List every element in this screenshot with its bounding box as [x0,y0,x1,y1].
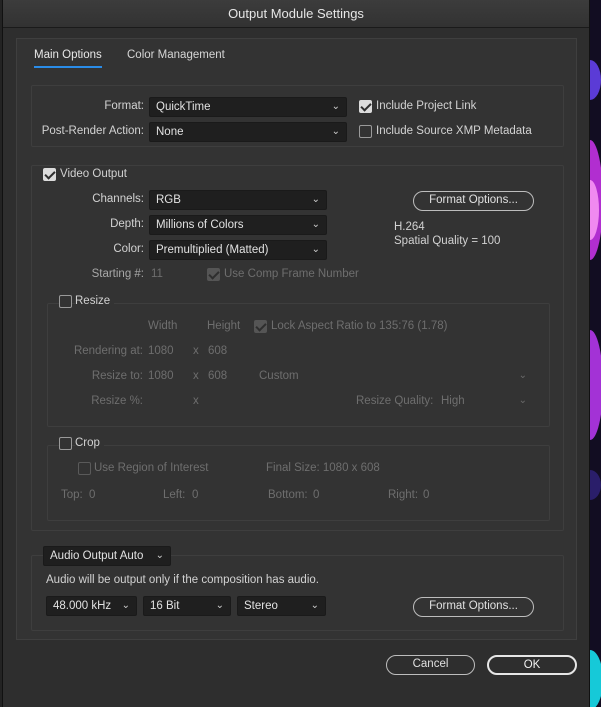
chevron-down-icon: ⌄ [518,395,527,406]
chevron-down-icon: ⌄ [331,126,340,137]
active-tab-indicator [34,66,102,68]
include-xmp-label: Include Source XMP Metadata [376,125,532,137]
audio-group [31,555,564,631]
tab-main-options[interactable]: Main Options [34,49,102,61]
dialog-title: Output Module Settings [3,0,589,28]
codec-name: H.264 [394,221,425,233]
starting-number-value[interactable]: 11 [151,268,163,280]
audio-channels-value: Stereo [244,600,278,612]
color-label: Color: [113,243,144,255]
crop-right-value[interactable]: 0 [423,489,429,501]
resize-to-label: Resize to: [91,370,143,382]
width-header: Width [148,320,178,332]
depth-label: Depth: [110,218,144,230]
use-roi-checkbox[interactable] [78,462,91,475]
starting-number-label: Starting #: [91,268,144,280]
crop-final-size: Final Size: 1080 x 608 [266,462,380,474]
include-xmp-checkbox[interactable] [359,125,372,138]
crop-left-value[interactable]: 0 [192,489,198,501]
resize-quality-label: Resize Quality: [356,395,434,407]
resize-to-width[interactable]: 1080 [148,370,174,382]
color-value: Premultiplied (Matted) [156,244,269,256]
depth-select[interactable]: Millions of Colors ⌄ [149,215,327,235]
audio-bits-select[interactable]: 16 Bit ⌄ [143,596,231,616]
chevron-down-icon: ⌄ [331,101,340,112]
crop-group [47,445,550,521]
crop-bottom-value[interactable]: 0 [313,489,319,501]
crop-right-label: Right: [388,489,419,501]
use-comp-frame-checkbox[interactable] [207,268,220,281]
video-format-options-button[interactable]: Format Options... [413,191,534,211]
rendering-x: x [193,345,199,357]
resize-checkbox[interactable] [59,295,72,308]
depth-value: Millions of Colors [156,219,244,231]
include-project-link-checkbox[interactable] [359,100,372,113]
color-select[interactable]: Premultiplied (Matted) ⌄ [149,240,327,260]
include-project-link-label: Include Project Link [376,100,477,112]
audio-rate-select[interactable]: 48.000 kHz ⌄ [46,596,137,616]
audio-output-mode-value: Audio Output Auto [50,550,144,562]
audio-format-options-button[interactable]: Format Options... [413,597,534,617]
rendering-width: 1080 [148,345,174,357]
output-module-dialog: Output Module Settings Main Options Colo… [2,0,590,707]
use-roi-label: Use Region of Interest [94,462,209,474]
use-comp-frame-label: Use Comp Frame Number [224,268,359,280]
audio-note: Audio will be output only if the composi… [46,574,319,586]
crop-label: Crop [75,437,104,449]
post-render-select[interactable]: None ⌄ [149,122,347,142]
resize-quality-select[interactable]: High ⌄ [435,392,533,412]
chevron-down-icon: ⌄ [311,244,320,255]
resize-quality-value: High [441,395,465,407]
audio-bits-value: 16 Bit [150,600,180,612]
resize-percent-label: Resize %: [91,395,143,407]
post-render-value: None [156,126,184,138]
chevron-down-icon: ⌄ [311,219,320,230]
channels-label: Channels: [92,193,144,205]
cancel-button[interactable]: Cancel [386,655,475,675]
crop-top-label: Top: [61,489,83,501]
tab-color-management[interactable]: Color Management [127,49,225,61]
video-output-label: Video Output [60,168,127,180]
audio-channels-select[interactable]: Stereo ⌄ [237,596,326,616]
lock-aspect-checkbox[interactable] [254,320,267,333]
format-value: QuickTime [156,101,211,113]
crop-left-label: Left: [163,489,186,501]
chevron-down-icon: ⌄ [215,600,224,611]
lock-aspect-label: Lock Aspect Ratio to 135:76 (1.78) [271,320,448,332]
format-select[interactable]: QuickTime ⌄ [149,97,347,117]
resize-preset-value: Custom [259,370,299,382]
chevron-down-icon: ⌄ [121,600,130,611]
video-output-checkbox[interactable] [43,168,56,181]
chevron-down-icon: ⌄ [311,194,320,205]
channels-select[interactable]: RGB ⌄ [149,190,327,210]
format-group: Format: QuickTime ⌄ Include Project Link… [31,85,564,147]
crop-checkbox[interactable] [59,437,72,450]
rendering-height: 608 [208,345,228,357]
post-render-label: Post-Render Action: [41,125,144,137]
crop-bottom-label: Bottom: [268,489,308,501]
resize-to-x: x [193,370,199,382]
chevron-down-icon: ⌄ [310,600,319,611]
ok-button[interactable]: OK [487,655,577,675]
chevron-down-icon: ⌄ [518,370,527,381]
crop-top-value[interactable]: 0 [89,489,95,501]
spatial-quality: Spatial Quality = 100 [394,235,501,247]
settings-panel: Main Options Color Management Format: Qu… [16,38,577,640]
height-header: Height [207,320,241,332]
channels-value: RGB [156,194,181,206]
chevron-down-icon: ⌄ [155,550,164,561]
resize-to-height[interactable]: 608 [208,370,227,382]
resize-label: Resize [75,295,115,307]
resize-percent-x: x [193,395,199,407]
resize-preset-select[interactable]: Custom ⌄ [253,367,533,387]
format-label: Format: [104,100,144,112]
audio-rate-value: 48.000 kHz [53,600,112,612]
audio-output-mode-select[interactable]: Audio Output Auto ⌄ [43,546,171,566]
rendering-at-label: Rendering at: [73,345,143,357]
